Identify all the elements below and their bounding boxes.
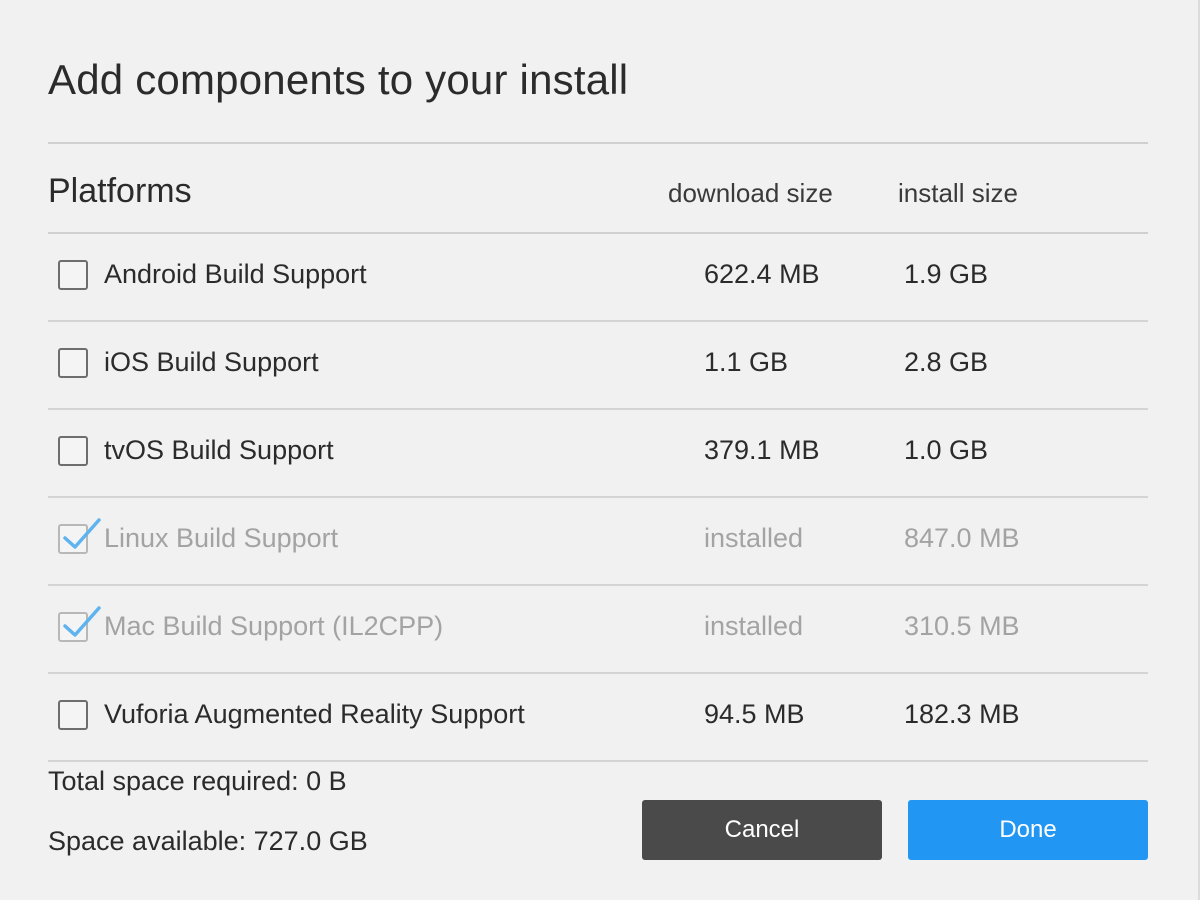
install-size: 1.9 GB	[904, 259, 989, 289]
install-size: 2.8 GB	[904, 347, 989, 377]
component-name: Vuforia Augmented Reality Support	[104, 699, 525, 729]
table-header: Platforms download size install size	[48, 172, 1148, 216]
components-list: Android Build Support 622.4 MB 1.9 GB iO…	[48, 232, 1148, 762]
done-button[interactable]: Done	[908, 800, 1148, 860]
component-row-ios[interactable]: iOS Build Support 1.1 GB 2.8 GB	[48, 322, 1148, 410]
checkbox-linux	[58, 518, 101, 554]
download-size: installed	[704, 611, 804, 641]
dialog-title: Add components to your install	[48, 56, 629, 103]
checkmark-stroke	[63, 518, 101, 549]
title-divider	[48, 142, 1148, 144]
checkmark-icon	[63, 518, 101, 549]
component-row-vuforia[interactable]: Vuforia Augmented Reality Support 94.5 M…	[48, 674, 1148, 762]
install-size: 847.0 MB	[904, 523, 1020, 553]
component-row-mac-il2cpp: Mac Build Support (IL2CPP) installed 310…	[48, 586, 1148, 674]
checkmark-icon	[63, 606, 101, 637]
install-size: 182.3 MB	[904, 699, 1020, 729]
checkbox-tvos[interactable]	[58, 436, 88, 466]
download-size: 94.5 MB	[704, 699, 805, 729]
download-size: 622.4 MB	[704, 259, 820, 289]
column-header-download-size: download size	[668, 178, 833, 208]
component-name: Linux Build Support	[104, 523, 339, 553]
download-size: installed	[704, 523, 804, 553]
checkbox-ios[interactable]	[58, 348, 88, 378]
checkmark-stroke	[63, 606, 101, 637]
section-title-platforms: Platforms	[48, 172, 192, 210]
install-size: 1.0 GB	[904, 435, 989, 465]
column-header-install-size: install size	[898, 178, 1018, 208]
checkbox-android[interactable]	[58, 260, 88, 290]
checkbox-vuforia[interactable]	[58, 700, 88, 730]
component-row-linux: Linux Build Support installed 847.0 MB	[48, 498, 1148, 586]
space-available: Space available: 727.0 GB	[48, 826, 368, 856]
install-size: 310.5 MB	[904, 611, 1020, 641]
component-row-tvos[interactable]: tvOS Build Support 379.1 MB 1.0 GB	[48, 410, 1148, 498]
download-size: 379.1 MB	[704, 435, 820, 465]
download-size: 1.1 GB	[704, 347, 789, 377]
total-space-required: Total space required: 0 B	[48, 766, 347, 796]
component-name: Mac Build Support (IL2CPP)	[104, 611, 444, 641]
component-row-android[interactable]: Android Build Support 622.4 MB 1.9 GB	[48, 234, 1148, 322]
component-name: Android Build Support	[104, 259, 367, 289]
checkbox-mac-il2cpp	[58, 606, 101, 642]
component-name: iOS Build Support	[104, 347, 319, 377]
cancel-button[interactable]: Cancel	[642, 800, 882, 860]
add-components-dialog: Add components to your install Platforms…	[0, 0, 1200, 900]
component-name: tvOS Build Support	[104, 435, 334, 465]
